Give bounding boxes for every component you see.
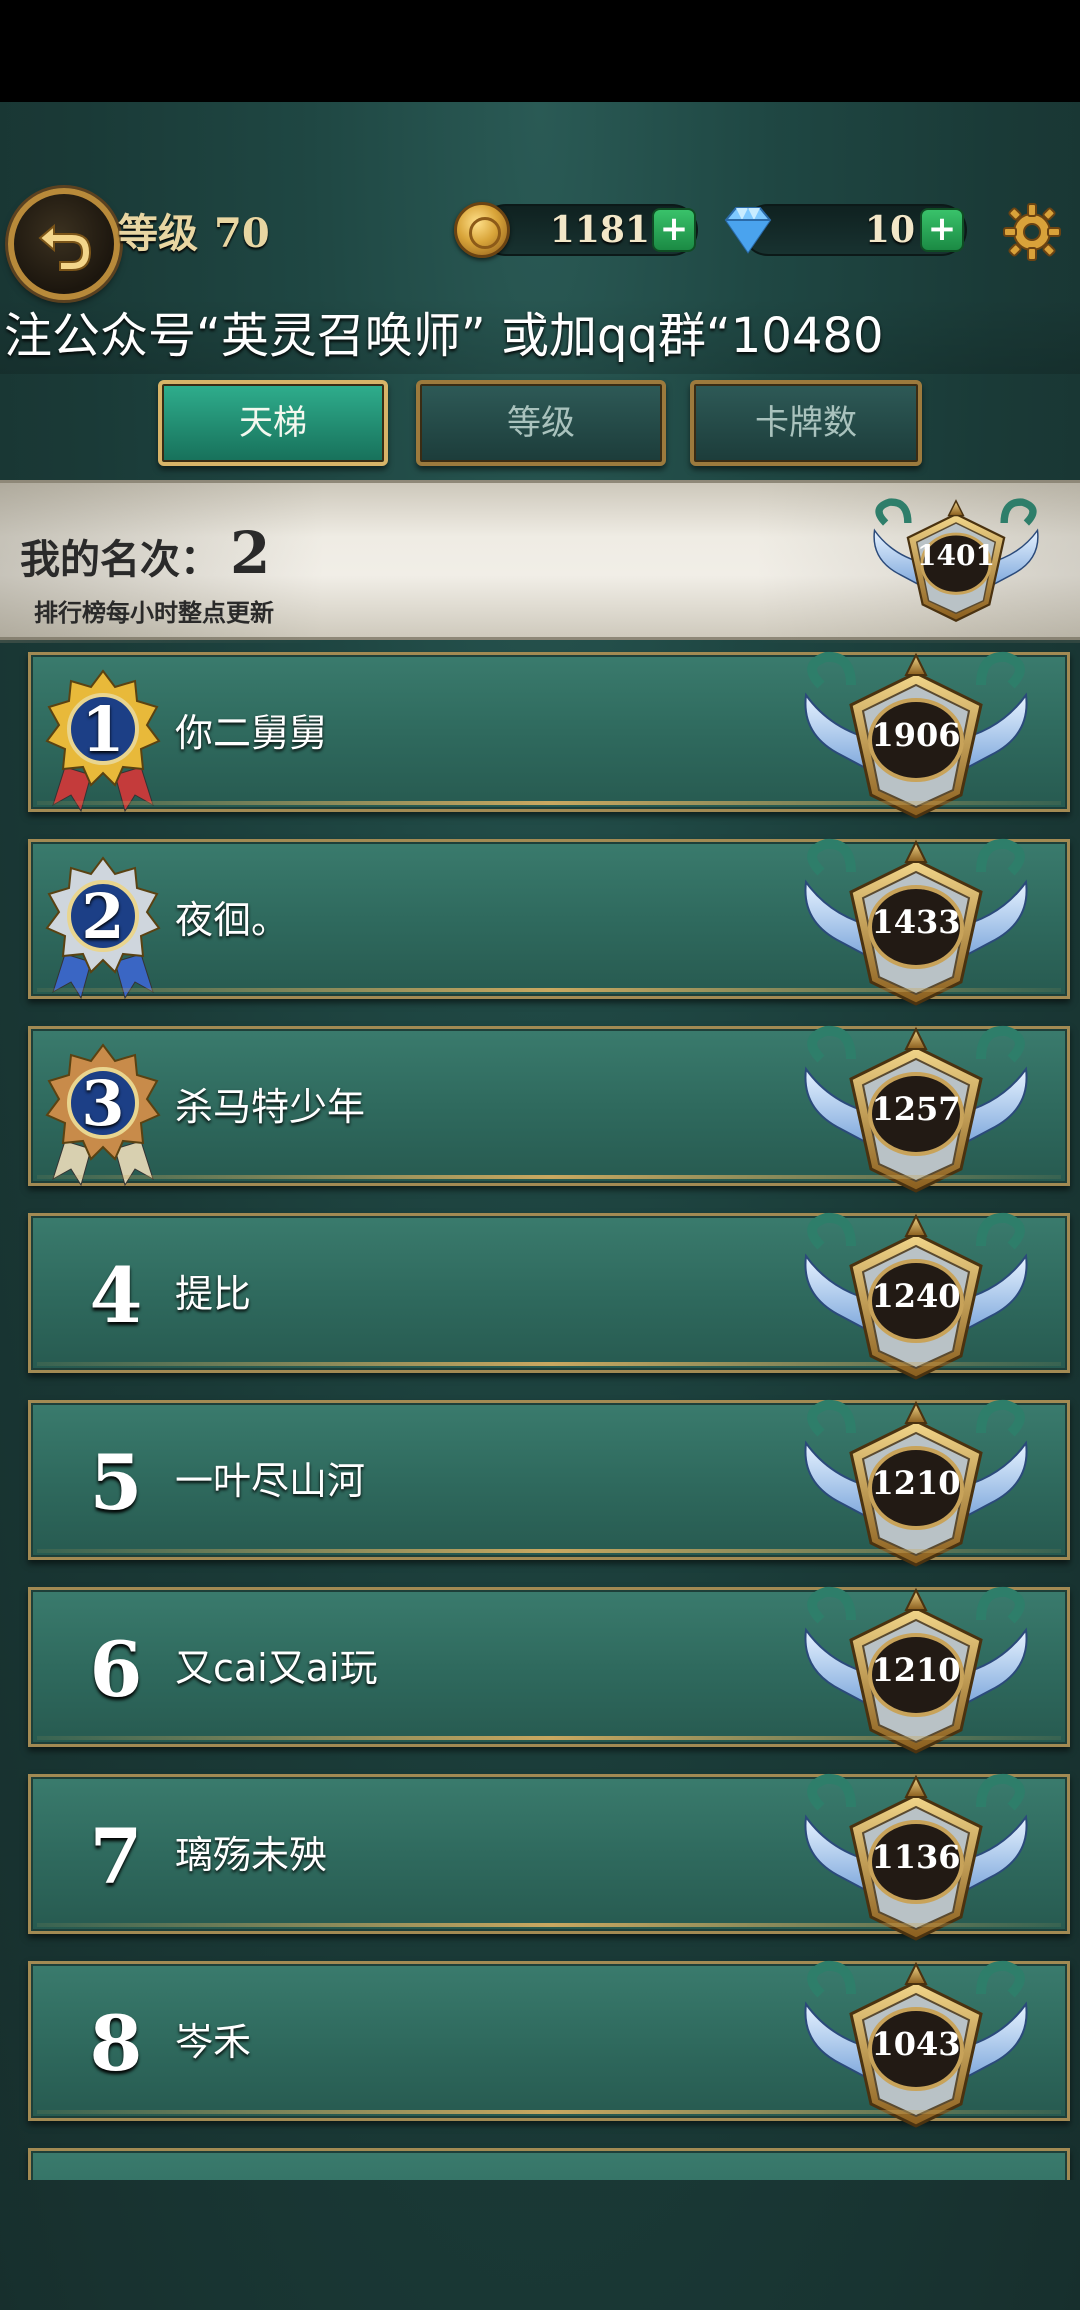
player-score: 1240 [871,1277,961,1315]
ranking-row[interactable]: 7 璃殇未殃 1136 [28,1773,1070,1941]
player-name: 璃殇未殃 [175,1833,328,1877]
player-score: 1906 [871,716,961,754]
ranking-row[interactable]: 4 提比 1240 [28,1212,1070,1380]
rank-number: 5 [89,1438,143,1527]
player-name: 岑禾 [175,2020,252,2064]
my-rank-label: 我的名次： [20,536,220,583]
level-value: 70 [214,210,270,257]
rank-medal: 2 [35,854,171,1002]
add-gems-button[interactable]: + [920,208,964,252]
rank-medal: 1 [35,667,171,815]
player-name: 杀马特少年 [175,1085,366,1129]
player-score: 1257 [871,1090,961,1128]
ranking-row-partial[interactable] [28,2148,1070,2180]
rank-number: 6 [89,1625,143,1714]
rank-medal: 3 [35,1041,171,1189]
player-name: 又cai又ai玩 [175,1646,378,1690]
player-score: 1433 [871,903,961,941]
gem-value: 10 [864,209,915,251]
player-name: 你二舅舅 [175,711,328,755]
ranking-row[interactable]: 1 你二舅舅 1906 [28,651,1070,819]
announcement-marquee: 注公众号“英灵召唤师” 或加qq群“10480 [0,298,1080,374]
rank-number: 7 [89,1812,143,1901]
rank-number: 2 [81,880,125,953]
player-name: 提比 [175,1272,252,1316]
ranking-row[interactable]: 6 又cai又ai玩 1210 [28,1586,1070,1754]
status-bar [0,0,1080,102]
leaderboard-screen: 等级 70 1181 + 10 + 注公众号“英灵召唤师” 或加qq群“10480 [0,102,1080,2310]
rank-number: 4 [89,1251,143,1340]
player-level: 等级 70 [118,202,270,266]
my-rank-value: 2 [230,519,271,587]
coin-icon [454,202,510,258]
coin-value: 1181 [549,209,650,251]
add-coins-button[interactable]: + [652,208,696,252]
update-note: 排行榜每小时整点更新 [34,598,274,627]
tab-level[interactable]: 等级 [416,380,666,466]
my-rank-heading: 我的名次： 2 [20,523,270,583]
ranking-row[interactable]: 3 杀马特少年 1257 [28,1025,1070,1193]
player-score: 1043 [871,2025,961,2063]
ranking-list[interactable]: 1 你二舅舅 1906 2 夜徊。 1433 3 杀马特少年 1257 4 提比… [0,650,1080,2180]
ranking-row[interactable]: 5 一叶尽山河 1210 [28,1399,1070,1567]
player-score: 1210 [871,1651,961,1689]
ranking-row[interactable]: 8 岑禾 1043 [28,1960,1070,2128]
my-score-value: 1401 [917,539,995,572]
tab-card-count[interactable]: 卡牌数 [690,380,922,466]
player-score: 1210 [871,1464,961,1502]
rank-number: 3 [81,1067,125,1140]
announcement-text: 注公众号“英灵召唤师” 或加qq群“10480 [4,308,884,364]
player-score: 1136 [871,1838,961,1876]
back-button[interactable] [8,188,120,300]
tab-ladder[interactable]: 天梯 [158,380,388,466]
rank-number: 8 [89,1999,143,2088]
rank-number: 1 [81,693,125,766]
player-name: 一叶尽山河 [175,1459,366,1503]
player-name: 夜徊。 [175,898,290,942]
gear-icon[interactable] [1000,200,1064,264]
level-label: 等级 [118,210,198,257]
diamond-icon [724,207,772,254]
ranking-row[interactable]: 2 夜徊。 1433 [28,838,1070,1006]
back-arrow-icon [38,223,92,271]
